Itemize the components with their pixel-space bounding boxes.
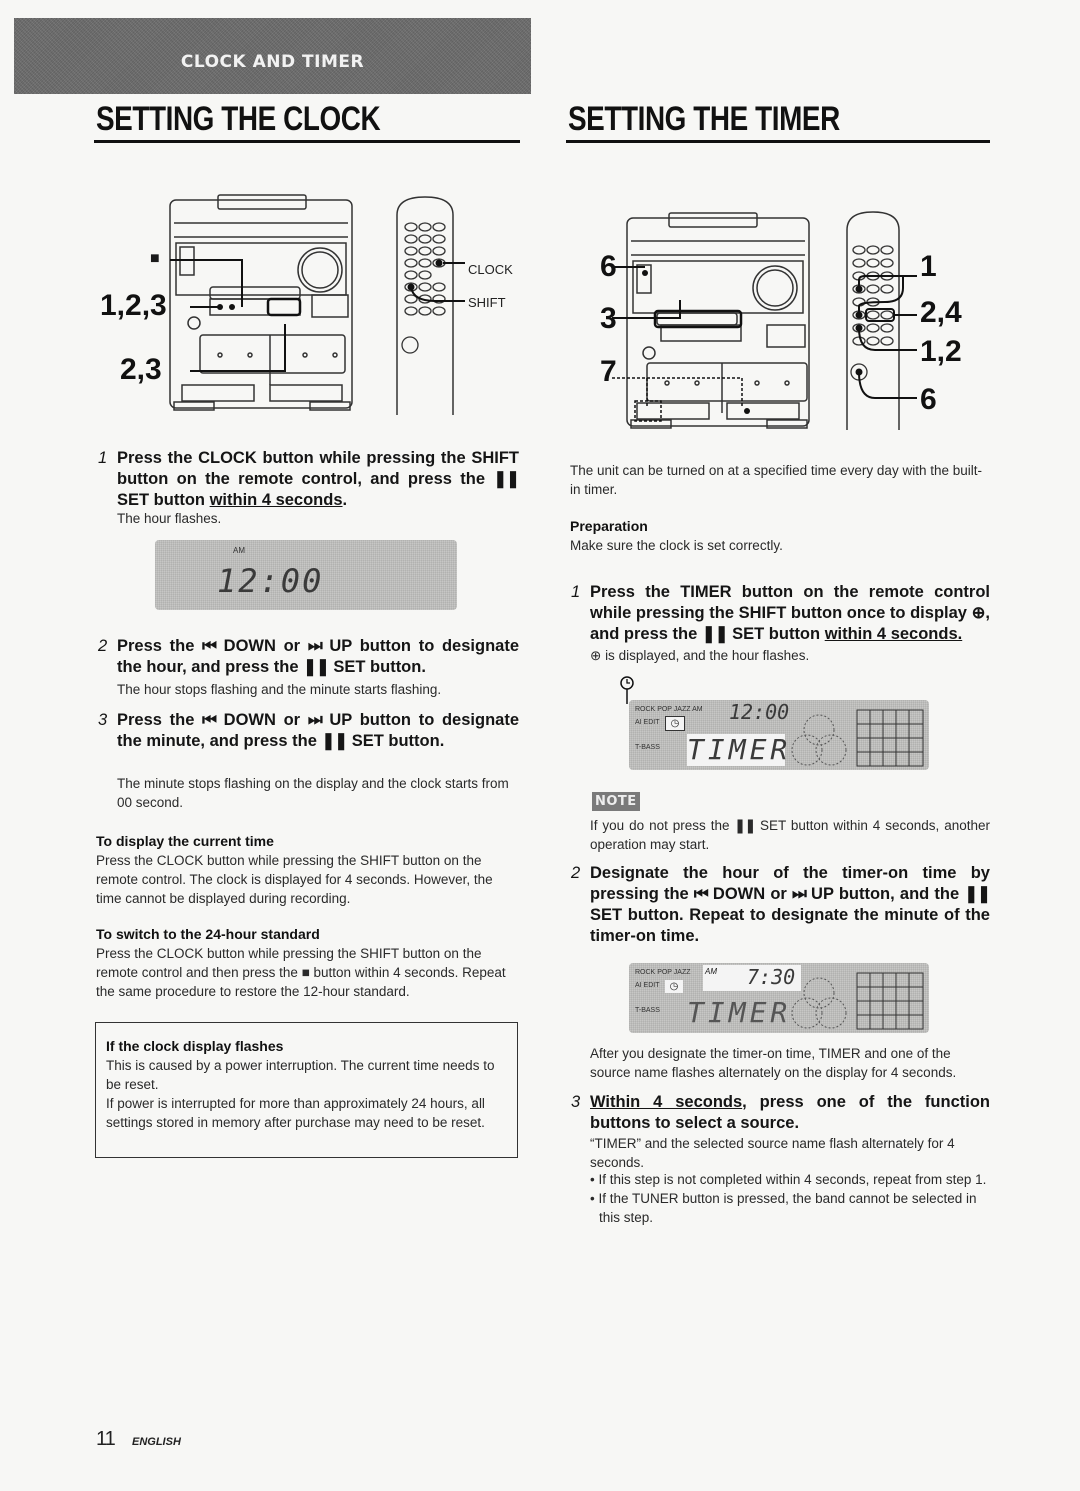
- lcd-display-timer-on: ROCK POP JAZZ AM 7:30 AI EDIT ◷ T-BASS T…: [629, 963, 929, 1033]
- lcd-timer-icon: ◷: [665, 716, 685, 731]
- timer-heading: SETTING THE TIMER: [568, 100, 840, 138]
- set-icon: ❚❚: [734, 818, 756, 833]
- lcd-ai-edit: AI EDIT: [635, 719, 660, 726]
- flash-box-p2: If power is interrupted for more than ap…: [106, 1096, 485, 1130]
- remote-label-clock: CLOCK: [468, 262, 513, 277]
- timer-step-1: 1 Press the TIMER button on the remote c…: [571, 583, 990, 643]
- clock-step-1: 1 Press the CLOCK button while pressing …: [98, 449, 520, 509]
- switch-24-title: To switch to the 24-hour standard: [96, 926, 320, 942]
- remote-control-illustration: [396, 196, 465, 415]
- clock-callout-lines: [170, 259, 286, 372]
- lcd-time-highlight: AM 7:30: [703, 965, 801, 991]
- lcd-am: AM: [705, 967, 717, 976]
- preparation-title: Preparation: [570, 518, 648, 534]
- callout-remote-1: 1: [920, 250, 937, 283]
- clock-flash-notice-box: If the clock display flashes This is cau…: [95, 1022, 518, 1158]
- clock-step-3: 3 Press the ⏮ DOWN or ⏭ UP button to des…: [98, 711, 519, 750]
- clock-step-2-note: The hour stops flashing and the minute s…: [117, 682, 442, 697]
- section-banner-title: CLOCK AND TIMER: [180, 52, 365, 72]
- callout-23: 2,3: [120, 353, 162, 386]
- callout-stop: ■: [150, 250, 160, 267]
- callout-timer-3: 3: [600, 302, 617, 335]
- set-icon: ❚❚: [321, 732, 348, 750]
- lcd-spectrum-grid: [856, 972, 924, 1030]
- page-number: 11: [96, 1428, 116, 1450]
- list-item: • If this step is not completed within 4…: [590, 1172, 987, 1187]
- lcd-time: 7:30: [747, 965, 796, 989]
- lcd-am: AM: [233, 546, 245, 555]
- display-current-text: Press the CLOCK button while pressing th…: [96, 853, 493, 906]
- lcd-display-timer-set: ROCK POP JAZZ AM AI EDIT ◷ 12:00 T-BASS …: [629, 700, 929, 770]
- clock-heading: SETTING THE CLOCK: [96, 100, 381, 138]
- lcd-main-text: TIMER: [687, 733, 792, 766]
- lcd-display-clock: AM 12:00: [155, 540, 457, 610]
- timer-clock-icon: ⊕: [590, 648, 606, 663]
- up-icon: ⏭: [307, 637, 323, 655]
- set-icon: ❚❚: [701, 625, 729, 643]
- lcd-time: 12:00: [217, 562, 324, 600]
- timer-heading-rule: [566, 140, 990, 143]
- callout-123: 1,2,3: [100, 289, 167, 322]
- lcd-main-text: TIMER: [687, 996, 792, 1029]
- up-icon: ⏭: [307, 711, 323, 729]
- down-icon: ⏮: [202, 637, 217, 655]
- lcd-spectrum-grid: [856, 709, 924, 767]
- flash-box-p1: This is caused by a power interruption. …: [106, 1058, 495, 1092]
- list-item: • If the TUNER button is pressed, the ba…: [590, 1191, 977, 1225]
- clock-step-1-note: The hour flashes.: [117, 511, 222, 526]
- timer-clock-icon: ⊕: [971, 604, 986, 622]
- timer-step-2-note: After you designate the timer-on time, T…: [590, 1046, 957, 1080]
- timer-step-1-note: ⊕ is displayed, and the hour flashes.: [590, 648, 810, 663]
- lcd-tbass: T-BASS: [635, 744, 660, 751]
- flash-box-title: If the clock display flashes: [106, 1038, 284, 1054]
- timer-step-2: 2 Designate the hour of the timer-on tim…: [571, 864, 991, 945]
- lcd-mode-labels: ROCK POP JAZZ AM: [635, 706, 703, 713]
- clock-step-2: 2 Press the ⏮ DOWN or ⏭ UP button to des…: [98, 637, 519, 676]
- down-icon: ⏮: [693, 885, 709, 903]
- timer-step-3-bullets: • If this step is not completed within 4…: [590, 1170, 990, 1227]
- set-icon: ❚❚: [493, 470, 520, 488]
- timer-step-3-note: “TIMER” and the selected source name fla…: [590, 1136, 955, 1170]
- lcd-timer-icon: ◷: [665, 980, 683, 993]
- callout-remote-12: 1,2: [920, 335, 962, 368]
- preparation-text: Make sure the clock is set correctly.: [570, 538, 783, 553]
- up-icon: ⏭: [792, 885, 807, 903]
- callout-timer-6: 6: [600, 250, 617, 283]
- lcd-circles-icon: [791, 977, 847, 1029]
- callout-remote-24: 2,4: [920, 296, 962, 329]
- remote-label-shift: SHIFT: [468, 295, 506, 310]
- callout-remote-6: 6: [920, 383, 937, 416]
- language-label: ENGLISH: [132, 1436, 181, 1448]
- lcd-mode-labels: ROCK POP JAZZ: [635, 969, 691, 976]
- note-badge: NOTE: [592, 792, 640, 811]
- note-text: If you do not press the ❚❚ SET button wi…: [590, 818, 990, 852]
- timer-intro: The unit can be turned on at a specified…: [570, 463, 982, 497]
- lcd-ai-edit: AI EDIT: [635, 982, 660, 989]
- display-current-title: To display the current time: [96, 833, 274, 849]
- switch-24-text: Press the CLOCK button while pressing th…: [96, 946, 506, 999]
- lcd-tbass: T-BASS: [635, 1007, 660, 1014]
- set-icon: ❚❚: [303, 658, 330, 676]
- lcd-time: 12:00: [729, 700, 790, 724]
- clock-heading-rule: [94, 140, 520, 143]
- timer-step-3: 3 Within 4 seconds, press one of the fun…: [571, 1093, 990, 1132]
- stop-icon: ■: [301, 965, 310, 980]
- callout-timer-7: 7: [600, 355, 617, 388]
- lcd-circles-icon: [791, 714, 847, 766]
- clock-step-3-note: The minute stops flashing on the display…: [117, 776, 509, 810]
- down-icon: ⏮: [202, 711, 217, 729]
- set-icon: ❚❚: [964, 885, 991, 903]
